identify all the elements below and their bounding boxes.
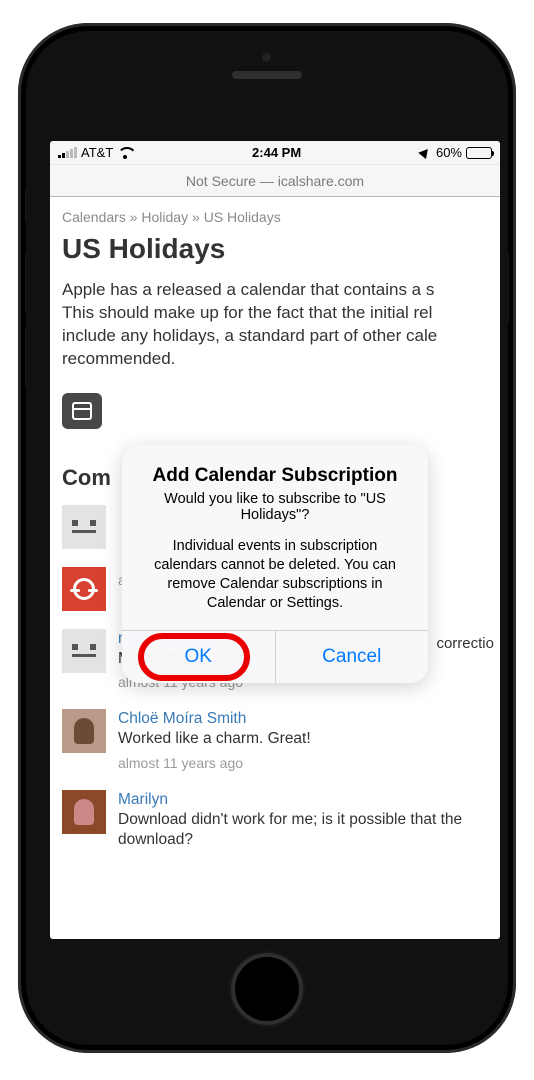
ok-button[interactable]: OK (122, 631, 275, 683)
earpiece-speaker (232, 71, 302, 79)
cancel-button[interactable]: Cancel (275, 631, 429, 683)
alert-detail: Individual events in subscription calend… (140, 537, 410, 612)
clock: 2:44 PM (252, 145, 301, 160)
status-bar: AT&T 2:44 PM 60% (50, 141, 500, 165)
front-camera (262, 53, 271, 62)
safari-url-bar[interactable]: Not Secure — icalshare.com (50, 165, 500, 197)
screen: AT&T 2:44 PM 60% Not Secure — icalshare.… (50, 141, 500, 939)
cellular-signal-icon (58, 148, 77, 158)
battery-percent: 60% (436, 145, 462, 160)
phone-frame: AT&T 2:44 PM 60% Not Secure — icalshare.… (18, 23, 516, 1053)
carrier-label: AT&T (81, 145, 113, 160)
location-icon (418, 146, 431, 159)
status-right: 60% (420, 145, 492, 160)
page-content: Calendars » Holiday » US Holidays US Hol… (50, 197, 500, 939)
alert-subtitle: Would you like to subscribe to "US Holid… (140, 491, 410, 523)
phone-bezel: AT&T 2:44 PM 60% Not Secure — icalshare.… (26, 31, 508, 1045)
home-button[interactable] (231, 953, 303, 1025)
status-left: AT&T (58, 145, 133, 160)
alert-dialog: Add Calendar Subscription Would you like… (122, 445, 428, 683)
url-text: Not Secure — icalshare.com (186, 173, 364, 189)
wifi-icon (117, 147, 133, 159)
alert-title: Add Calendar Subscription (140, 465, 410, 487)
battery-icon (466, 147, 492, 159)
